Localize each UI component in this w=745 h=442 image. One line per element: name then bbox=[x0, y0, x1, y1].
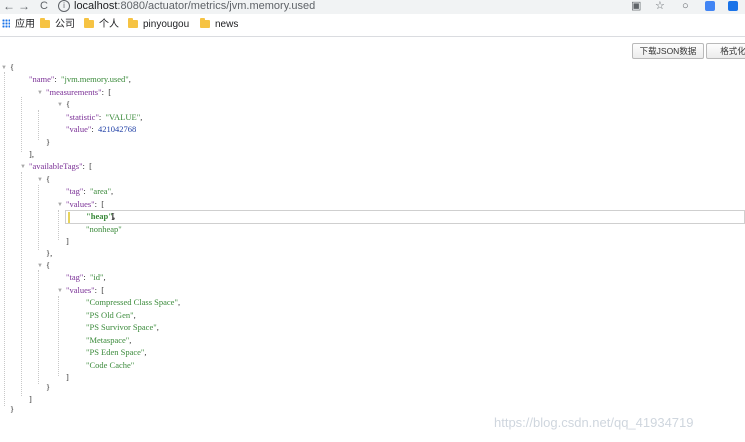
collapse-toggle-icon[interactable]: ▼ bbox=[37, 89, 43, 97]
json-string: "nonheap" bbox=[86, 224, 122, 234]
json-string: "heap" bbox=[86, 211, 113, 221]
json-bracket: } bbox=[46, 382, 51, 392]
json-bracket: } bbox=[10, 404, 15, 414]
indent-guide bbox=[21, 97, 22, 152]
json-string: "PS Eden Space" bbox=[86, 347, 145, 357]
collapse-toggle-icon[interactable]: ▼ bbox=[57, 101, 63, 109]
indent-guide bbox=[38, 270, 39, 384]
indent-guide bbox=[38, 110, 39, 140]
json-line: "values": [ bbox=[66, 285, 105, 295]
json-string: "jvm.memory.used" bbox=[60, 74, 129, 84]
json-bracket: ], bbox=[29, 149, 34, 159]
collapse-toggle-icon[interactable]: ▼ bbox=[20, 163, 26, 171]
json-key: "availableTags" bbox=[29, 161, 83, 171]
json-punct: , bbox=[129, 335, 132, 345]
json-line: } bbox=[46, 137, 50, 148]
json-bracket: } bbox=[46, 137, 51, 147]
json-line: "Compressed Class Space", bbox=[86, 297, 180, 308]
json-line: ] bbox=[66, 236, 69, 247]
json-string: "id" bbox=[89, 272, 104, 282]
indent-guide bbox=[4, 72, 5, 406]
text-cursor-icon: I bbox=[111, 211, 115, 223]
json-key: "values" bbox=[66, 199, 95, 209]
json-bracket: [ bbox=[101, 285, 105, 295]
json-punct: , bbox=[133, 310, 136, 320]
json-string: "Metaspace" bbox=[86, 335, 130, 345]
json-punct: , bbox=[177, 297, 181, 307]
json-key: "tag" bbox=[66, 186, 84, 196]
json-bracket: ] bbox=[29, 394, 32, 404]
json-line: "PS Eden Space", bbox=[86, 347, 147, 358]
json-bracket: [ bbox=[108, 87, 112, 97]
json-line: "Code Cache" bbox=[86, 360, 134, 371]
json-key: "tag" bbox=[66, 272, 84, 282]
json-string: "Code Cache" bbox=[86, 360, 135, 370]
json-string: "area" bbox=[89, 186, 112, 196]
json-bracket: ] bbox=[66, 372, 69, 382]
collapse-toggle-icon[interactable]: ▼ bbox=[57, 201, 63, 209]
json-punct: , bbox=[140, 112, 143, 122]
json-bracket: }, bbox=[46, 248, 53, 258]
json-line: "nonheap" bbox=[86, 224, 122, 235]
json-line: "statistic": "VALUE", bbox=[66, 112, 143, 122]
watermark: https://blog.csdn.net/qq_41934719 bbox=[494, 415, 694, 430]
json-line: "PS Old Gen", bbox=[86, 310, 136, 321]
json-line: "Metaspace", bbox=[86, 335, 131, 346]
json-line: { bbox=[46, 260, 50, 271]
json-line: } bbox=[46, 382, 50, 393]
json-punct: , bbox=[144, 347, 147, 357]
json-bracket: { bbox=[46, 174, 51, 184]
json-line: ], bbox=[29, 149, 34, 160]
json-line: { bbox=[46, 174, 50, 185]
json-key: "value" bbox=[66, 124, 92, 134]
json-key: "measurements" bbox=[46, 87, 102, 97]
json-bracket: { bbox=[66, 99, 71, 109]
json-line: ] bbox=[29, 394, 32, 405]
json-line: "value": 421042768 bbox=[66, 124, 137, 134]
json-line: "name": "jvm.memory.used", bbox=[29, 74, 131, 84]
indent-guide bbox=[58, 210, 59, 240]
json-line: "PS Survivor Space", bbox=[86, 322, 159, 333]
json-line: "values": [ bbox=[66, 199, 105, 209]
json-number: 421042768 bbox=[97, 124, 137, 134]
indent-guide bbox=[58, 296, 59, 376]
json-key: "statistic" bbox=[66, 112, 99, 122]
json-string: "VALUE" bbox=[105, 112, 141, 122]
json-key: "values" bbox=[66, 285, 95, 295]
collapse-toggle-icon[interactable]: ▼ bbox=[37, 176, 43, 184]
collapse-toggle-icon[interactable]: ▼ bbox=[57, 287, 63, 295]
json-string: "Compressed Class Space" bbox=[86, 297, 178, 307]
json-punct: , bbox=[128, 74, 131, 84]
json-string: "PS Old Gen" bbox=[86, 310, 134, 320]
json-string: "PS Survivor Space" bbox=[86, 322, 157, 332]
json-line: ] bbox=[66, 372, 69, 383]
indent-guide bbox=[38, 185, 39, 250]
indent-guide bbox=[21, 172, 22, 396]
collapse-toggle-icon[interactable]: ▼ bbox=[37, 262, 43, 270]
json-line: { bbox=[66, 99, 70, 110]
json-line: }, bbox=[46, 248, 52, 259]
json-line: "tag": "area", bbox=[66, 186, 114, 196]
json-key: "name" bbox=[29, 74, 55, 84]
json-punct: , bbox=[156, 322, 159, 332]
json-punct: , bbox=[111, 186, 114, 196]
json-line: "measurements": [ bbox=[46, 87, 112, 97]
json-line: "availableTags": [ bbox=[29, 161, 93, 171]
json-bracket: ] bbox=[66, 236, 69, 246]
json-bracket: [ bbox=[101, 199, 105, 209]
json-line: } bbox=[10, 404, 14, 415]
json-bracket: { bbox=[10, 62, 15, 72]
json-line: { bbox=[10, 62, 14, 73]
json-punct: , bbox=[103, 272, 106, 282]
collapse-toggle-icon[interactable]: ▼ bbox=[1, 64, 7, 72]
json-line: "tag": "id", bbox=[66, 272, 106, 282]
json-bracket: { bbox=[46, 260, 51, 270]
json-bracket: [ bbox=[89, 161, 93, 171]
